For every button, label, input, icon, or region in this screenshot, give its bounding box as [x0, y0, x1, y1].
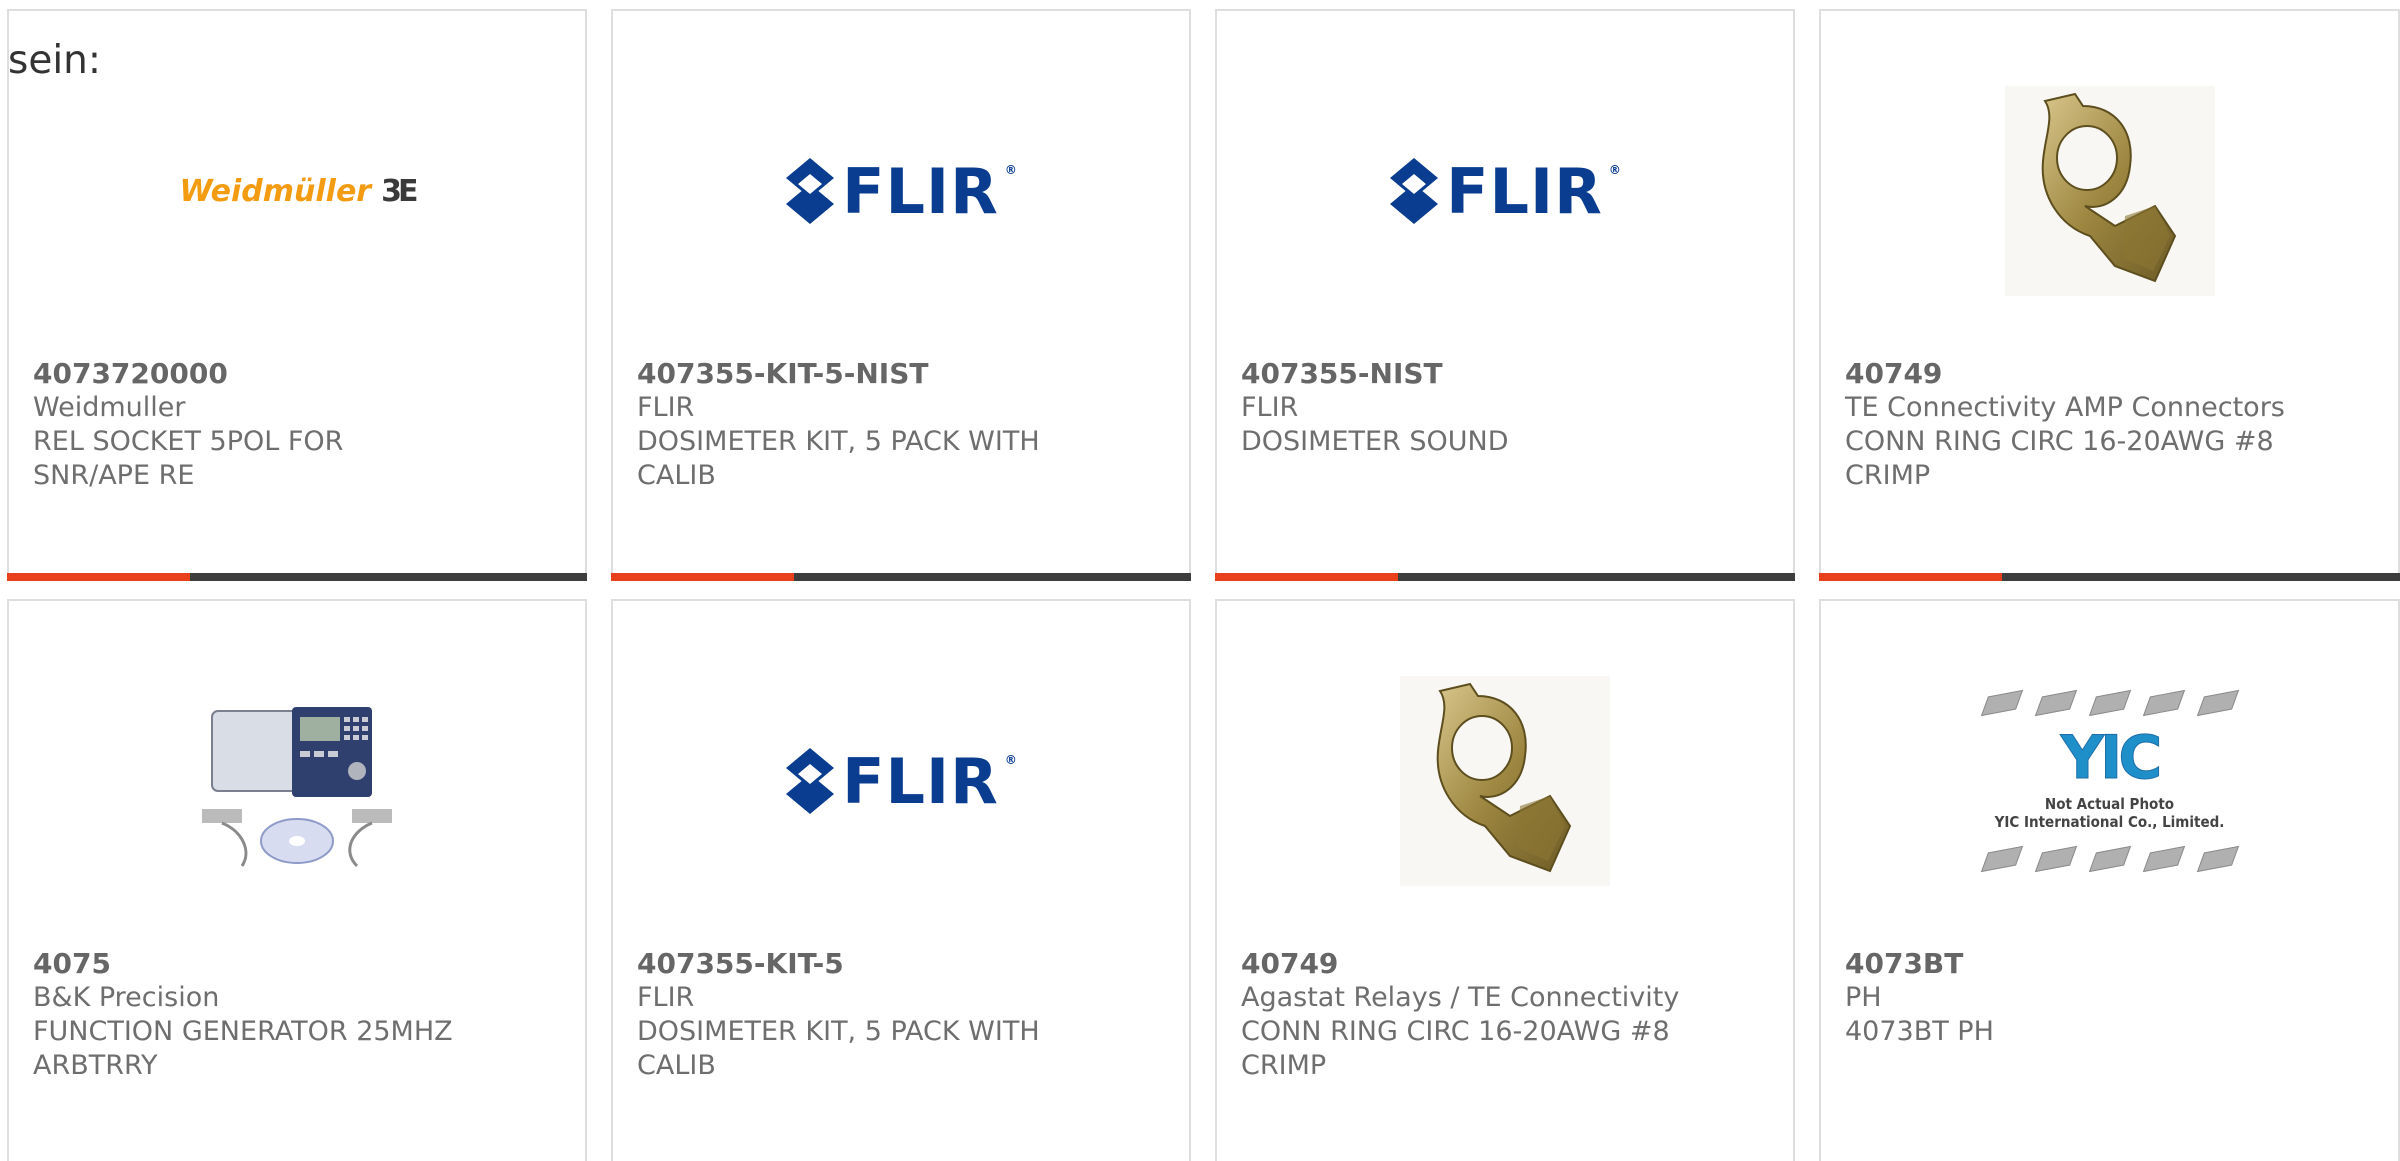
- product-info: 407355-NIST FLIR DOSIMETER SOUND: [1241, 357, 1769, 459]
- manufacturer: FLIR: [1241, 392, 1299, 423]
- part-number[interactable]: 407355-NIST: [1241, 357, 1769, 391]
- yic-logo: YIC: [2060, 723, 2163, 794]
- part-number[interactable]: 4075: [33, 947, 561, 981]
- registered-icon: ®: [1004, 162, 1018, 177]
- product-info: 40749 Agastat Relays / TE Connectivity C…: [1241, 947, 1769, 1083]
- flir-logo: FLIR ®: [784, 155, 1018, 228]
- card-footer-accent: [7, 573, 190, 581]
- card-footer-accent: [611, 573, 794, 581]
- description: CONN RING CIRC 16-20AWG #8 CRIMP: [1845, 426, 2274, 491]
- partial-heading-text: sein:: [8, 38, 102, 83]
- yic-placeholder-image: YIC Not Actual Photo YIC International C…: [1970, 689, 2250, 873]
- product-info: 4073720000 Weidmuller REL SOCKET 5POL FO…: [33, 357, 561, 493]
- logo-text: FLIR: [842, 744, 999, 818]
- part-number[interactable]: 4073720000: [33, 357, 561, 391]
- product-card[interactable]: 4075 B&K Precision FUNCTION GENERATOR 25…: [7, 599, 587, 1161]
- product-card[interactable]: Weidmüller 3E 4073720000 Weidmuller REL …: [7, 9, 587, 581]
- product-card[interactable]: FLIR ® 407355-KIT-5 FLIR DOSIMETER KIT, …: [611, 599, 1191, 1161]
- manufacturer: FLIR: [637, 392, 695, 423]
- ring-terminal-icon: [1400, 676, 1610, 886]
- part-number[interactable]: 407355-KIT-5: [637, 947, 1165, 981]
- flir-logo: FLIR ®: [1388, 155, 1622, 228]
- product-image: FLIR ®: [613, 661, 1189, 901]
- description: DOSIMETER SOUND: [1241, 426, 1509, 457]
- chip-row-bottom: [1980, 845, 2239, 873]
- product-info: 4073BT PH 4073BT PH: [1845, 947, 2374, 1049]
- description: FUNCTION GENERATOR 25MHZ ARBTRRY: [33, 1016, 453, 1081]
- manufacturer: Agastat Relays / TE Connectivity: [1241, 982, 1680, 1013]
- placeholder-note: Not Actual Photo: [2044, 795, 2175, 813]
- flir-diamond-icon: [786, 748, 835, 814]
- logo-text: FLIR: [842, 154, 999, 228]
- manufacturer: TE Connectivity AMP Connectors: [1845, 392, 2285, 423]
- product-image: FLIR ®: [1217, 71, 1793, 311]
- description: REL SOCKET 5POL FOR SNR/APE RE: [33, 426, 344, 491]
- product-card[interactable]: FLIR ® 407355-NIST FLIR DOSIMETER SOUND: [1215, 9, 1795, 581]
- manufacturer: PH: [1845, 982, 1882, 1013]
- flir-diamond-icon: [786, 158, 835, 224]
- card-footer-bar: [7, 573, 587, 581]
- product-image: [1821, 71, 2398, 311]
- function-generator-icon: [202, 707, 392, 868]
- product-info: 407355-KIT-5-NIST FLIR DOSIMETER KIT, 5 …: [637, 357, 1165, 493]
- manufacturer: B&K Precision: [33, 982, 220, 1013]
- product-info: 40749 TE Connectivity AMP Connectors CON…: [1845, 357, 2374, 493]
- description: DOSIMETER KIT, 5 PACK WITH CALIB: [637, 1016, 1040, 1081]
- product-image: YIC Not Actual Photo YIC International C…: [1821, 661, 2398, 901]
- placeholder-company: YIC International Co., Limited.: [1994, 813, 2225, 831]
- description: DOSIMETER KIT, 5 PACK WITH CALIB: [637, 426, 1040, 491]
- product-info: 407355-KIT-5 FLIR DOSIMETER KIT, 5 PACK …: [637, 947, 1165, 1083]
- manufacturer: Weidmuller: [33, 392, 186, 423]
- product-card[interactable]: YIC Not Actual Photo YIC International C…: [1819, 599, 2400, 1161]
- product-image: Weidmüller 3E: [9, 71, 585, 311]
- card-footer-bar: [1215, 573, 1795, 581]
- logo-text: FLIR: [1446, 154, 1603, 228]
- product-card[interactable]: 40749 Agastat Relays / TE Connectivity C…: [1215, 599, 1795, 1161]
- description: 4073BT PH: [1845, 1016, 1994, 1047]
- weidmuller-logo: Weidmüller 3E: [179, 173, 419, 209]
- registered-icon: ®: [1608, 162, 1622, 177]
- card-footer-bar: [1819, 573, 2400, 581]
- part-number[interactable]: 40749: [1241, 947, 1769, 981]
- product-grid: Weidmüller 3E 4073720000 Weidmuller REL …: [0, 0, 2400, 1161]
- product-image: [9, 661, 585, 901]
- part-number[interactable]: 407355-KIT-5-NIST: [637, 357, 1165, 391]
- card-footer-accent: [1215, 573, 1398, 581]
- product-image: [1217, 661, 1793, 901]
- product-grid-page: sein: Weidmüller 3E 4073720000 Weidmulle…: [0, 0, 2400, 1161]
- logo-text: Weidmüller: [179, 173, 372, 209]
- product-card[interactable]: 40749 TE Connectivity AMP Connectors CON…: [1819, 9, 2400, 581]
- card-footer-accent: [1819, 573, 2002, 581]
- product-image: FLIR ®: [613, 71, 1189, 311]
- card-footer-bar: [611, 573, 1191, 581]
- manufacturer: FLIR: [637, 982, 695, 1013]
- flir-diamond-icon: [1390, 158, 1439, 224]
- part-number[interactable]: 4073BT: [1845, 947, 2374, 981]
- description: CONN RING CIRC 16-20AWG #8 CRIMP: [1241, 1016, 1670, 1081]
- weidmuller-symbol-icon: 3E: [381, 173, 418, 209]
- registered-icon: ®: [1004, 752, 1018, 767]
- product-info: 4075 B&K Precision FUNCTION GENERATOR 25…: [33, 947, 561, 1083]
- flir-logo: FLIR ®: [784, 745, 1018, 818]
- chip-row-top: [1980, 689, 2239, 717]
- part-number[interactable]: 40749: [1845, 357, 2374, 391]
- product-card[interactable]: FLIR ® 407355-KIT-5-NIST FLIR DOSIMETER …: [611, 9, 1191, 581]
- ring-terminal-icon: [2004, 86, 2215, 296]
